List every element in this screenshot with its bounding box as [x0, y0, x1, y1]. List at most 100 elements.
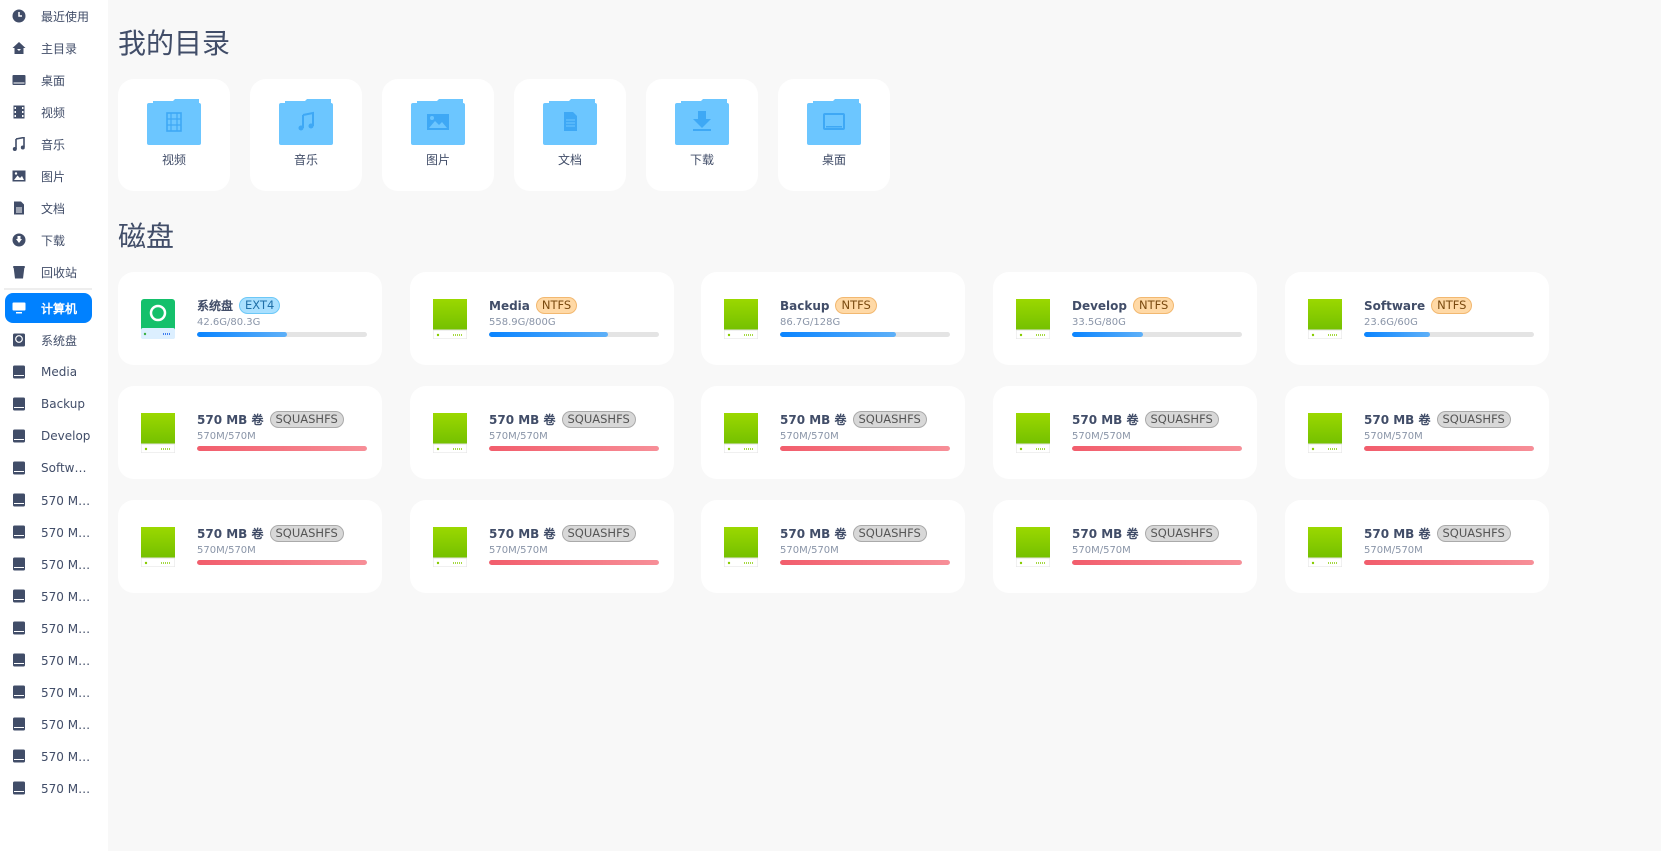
sidebar-item[interactable]: 视频: [5, 97, 92, 127]
disk-usage-bar: [489, 446, 659, 451]
sidebar-item[interactable]: Media: [5, 357, 92, 387]
sidebar-item-label: 570 MB 卷: [41, 621, 92, 636]
filesystem-badge: NTFS: [1133, 297, 1175, 314]
filesystem-badge: SQUASHFS: [561, 525, 636, 542]
sidebar: 最近使用主目录桌面视频音乐图片 文档 下载回收站计算机系统盘 Media Backup D…: [0, 0, 108, 851]
disk-size: 570M/570M: [1072, 431, 1131, 442]
sidebar-item-label: 570 MB 卷: [41, 685, 92, 700]
sidebar-item[interactable]: 桌面: [5, 65, 92, 95]
disk-card[interactable]: 570 MB 卷 SQUASHFS 570M/570M: [701, 386, 965, 479]
disk-usage-bar: [1364, 332, 1534, 337]
filesystem-badge: SQUASHFS: [1144, 411, 1219, 428]
disk-size: 570M/570M: [1072, 545, 1131, 556]
system-disk-icon: [141, 299, 175, 339]
sidebar-item[interactable]: 最近使用: [5, 1, 92, 31]
disk-icon: [140, 413, 176, 454]
disk-icon: [432, 527, 468, 568]
folder-icon: [411, 99, 465, 145]
filesystem-badge: SQUASHFS: [269, 525, 344, 542]
filesystem-badge: SQUASHFS: [852, 525, 927, 542]
sidebar-item[interactable]: 计算机: [5, 293, 92, 323]
sidebar-item[interactable]: 570 MB 卷: [5, 709, 92, 739]
sidebar-item[interactable]: 系统盘: [5, 325, 92, 355]
disk-name: 570 MB 卷: [489, 527, 556, 541]
sidebar-item[interactable]: 570 MB 卷: [5, 613, 92, 643]
sidebar-item-label: 计算机: [41, 301, 78, 316]
disk-size: 570M/570M: [489, 431, 548, 442]
filesystem-badge: EXT4: [239, 297, 281, 314]
disk-card[interactable]: 系统盘 EXT4 42.6G/80.3G: [118, 272, 382, 365]
folder-card[interactable]: 文档: [514, 79, 626, 191]
folder-card[interactable]: 音乐: [250, 79, 362, 191]
sidebar-item[interactable]: 570 MB 卷: [5, 773, 92, 803]
folder-card[interactable]: 图片: [382, 79, 494, 191]
disk-icon: [12, 557, 26, 571]
disk-card[interactable]: 570 MB 卷 SQUASHFS 570M/570M: [410, 386, 674, 479]
disk-icon: [1307, 299, 1343, 340]
sidebar-item[interactable]: 图片: [5, 161, 92, 191]
disk-card[interactable]: 570 MB 卷 SQUASHFS 570M/570M: [1285, 500, 1549, 593]
trash-icon: [12, 265, 26, 279]
disk-card[interactable]: Backup NTFS 86.7G/128G: [701, 272, 965, 365]
disk-usage-bar: [489, 332, 659, 337]
filesystem-badge: SQUASHFS: [1436, 525, 1511, 542]
disk-name: 570 MB 卷: [780, 527, 847, 541]
disk-usage-bar: [1072, 560, 1242, 565]
sidebar-item[interactable]: 570 MB 卷: [5, 677, 92, 707]
sidebar-item[interactable]: Software: [5, 453, 92, 483]
disk-card[interactable]: Media NTFS 558.9G/800G: [410, 272, 674, 365]
disk-size: 570M/570M: [1364, 545, 1423, 556]
disk-name: 570 MB 卷: [489, 413, 556, 427]
disk-size: 570M/570M: [197, 431, 256, 442]
sidebar-item-label: 主目录: [41, 41, 78, 56]
disk-card[interactable]: Software NTFS 23.6G/60G: [1285, 272, 1549, 365]
disk-icon: [1015, 299, 1051, 340]
folder-card[interactable]: 视频: [118, 79, 230, 191]
sidebar-item[interactable]: Backup: [5, 389, 92, 419]
sidebar-item[interactable]: 570 MB 卷: [5, 645, 92, 675]
disk-usage-bar: [1072, 332, 1242, 337]
folder-label: 下载: [689, 153, 714, 167]
sidebar-item[interactable]: 570 MB 卷: [5, 485, 92, 515]
disk-card[interactable]: 570 MB 卷 SQUASHFS 570M/570M: [1285, 386, 1549, 479]
disk-name: Backup: [780, 298, 830, 313]
sidebar-item-label: 最近使用: [41, 9, 90, 24]
sidebar-item[interactable]: 570 MB 卷: [5, 581, 92, 611]
folder-card[interactable]: 桌面: [778, 79, 890, 191]
sidebar-item[interactable]: 下载: [5, 225, 92, 255]
sidebar-item[interactable]: 回收站: [5, 257, 92, 287]
folder-card[interactable]: 下载: [646, 79, 758, 191]
disk-icon: [12, 685, 26, 699]
disk-card[interactable]: 570 MB 卷 SQUASHFS 570M/570M: [118, 386, 382, 479]
sidebar-item-label: 音乐: [41, 137, 66, 152]
disk-usage-bar: [489, 560, 659, 565]
sidebar-item[interactable]: 文档: [5, 193, 92, 223]
sidebar-item[interactable]: 570 MB 卷: [5, 549, 92, 579]
filesystem-badge: SQUASHFS: [561, 411, 636, 428]
disk-card[interactable]: 570 MB 卷 SQUASHFS 570M/570M: [993, 386, 1257, 479]
disk-card[interactable]: Develop NTFS 33.5G/80G: [993, 272, 1257, 365]
disk-size: 570M/570M: [780, 545, 839, 556]
disk-size: 86.7G/128G: [780, 317, 841, 328]
sidebar-item-label: 视频: [41, 105, 66, 120]
disk-name: 570 MB 卷: [1072, 527, 1139, 541]
sidebar-item[interactable]: 主目录: [5, 33, 92, 63]
sidebar-item[interactable]: 570 MB 卷: [5, 741, 92, 771]
document-icon: [12, 201, 26, 215]
disk-card[interactable]: 570 MB 卷 SQUASHFS 570M/570M: [701, 500, 965, 593]
disk-card[interactable]: 570 MB 卷 SQUASHFS 570M/570M: [118, 500, 382, 593]
disk-card[interactable]: 570 MB 卷 SQUASHFS 570M/570M: [993, 500, 1257, 593]
disk-icon: [12, 653, 26, 667]
main-content: 我的目录 磁盘 视频 音乐 图片 文档 下载 桌面 系统盘 EXT4 42.6G/80.3G…: [108, 0, 1661, 851]
disk-card[interactable]: 570 MB 卷 SQUASHFS 570M/570M: [410, 500, 674, 593]
desktop-icon: [12, 73, 26, 87]
disk-size: 42.6G/80.3G: [197, 317, 261, 328]
sidebar-item[interactable]: Develop: [5, 421, 92, 451]
filesystem-badge: NTFS: [535, 297, 578, 314]
disk-icon: [1307, 413, 1343, 454]
filesystem-badge: NTFS: [1431, 297, 1473, 314]
sidebar-item[interactable]: 570 MB 卷: [5, 517, 92, 547]
sidebar-item-label: 回收站: [41, 265, 78, 280]
sidebar-item[interactable]: 音乐: [5, 129, 92, 159]
disk-name: 570 MB 卷: [1364, 527, 1431, 541]
